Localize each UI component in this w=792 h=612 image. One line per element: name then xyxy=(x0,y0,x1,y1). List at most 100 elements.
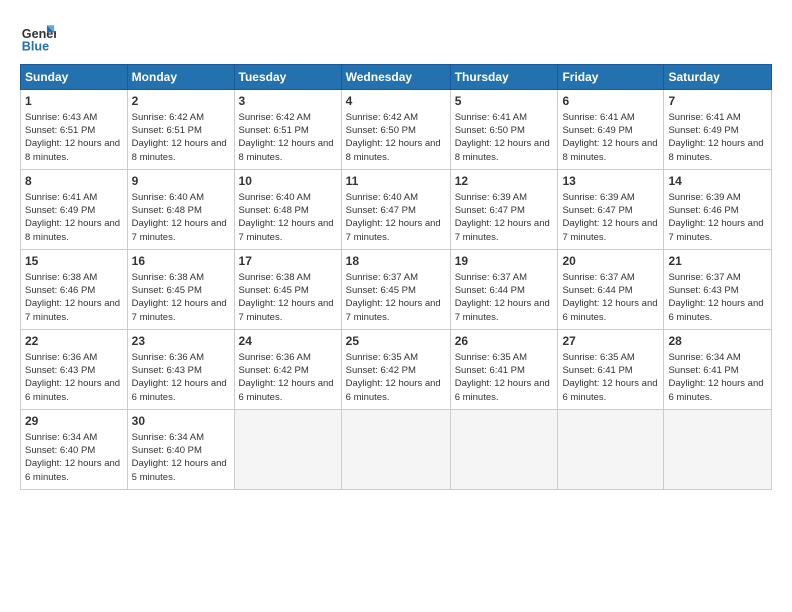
daylight-label: Daylight: 12 hours and 7 minutes. xyxy=(239,298,334,322)
sunset-label: Sunset: 6:47 PM xyxy=(562,205,632,216)
sunset-label: Sunset: 6:48 PM xyxy=(239,205,309,216)
day-number: 15 xyxy=(25,253,123,270)
sunset-label: Sunset: 6:45 PM xyxy=(346,285,416,296)
day-number: 25 xyxy=(346,333,446,350)
day-cell: 7 Sunrise: 6:41 AM Sunset: 6:49 PM Daylight… xyxy=(664,90,772,170)
daylight-label: Daylight: 12 hours and 8 minutes. xyxy=(346,138,441,162)
sunset-label: Sunset: 6:51 PM xyxy=(25,125,95,136)
daylight-label: Daylight: 12 hours and 6 minutes. xyxy=(562,378,657,402)
sunrise-label: Sunrise: 6:42 AM xyxy=(132,112,204,123)
day-number: 24 xyxy=(239,333,337,350)
day-number: 17 xyxy=(239,253,337,270)
day-number: 26 xyxy=(455,333,554,350)
week-row-5: 29Sunrise: 6:34 AMSunset: 6:40 PMDayligh… xyxy=(21,410,772,490)
day-cell: 26Sunrise: 6:35 AMSunset: 6:41 PMDayligh… xyxy=(450,330,558,410)
col-header-saturday: Saturday xyxy=(664,65,772,90)
day-number: 9 xyxy=(132,173,230,190)
col-header-friday: Friday xyxy=(558,65,664,90)
daylight-label: Daylight: 12 hours and 6 minutes. xyxy=(25,378,120,402)
sunrise-label: Sunrise: 6:34 AM xyxy=(668,352,740,363)
col-header-thursday: Thursday xyxy=(450,65,558,90)
sunset-label: Sunset: 6:40 PM xyxy=(132,445,202,456)
sunrise-label: Sunrise: 6:40 AM xyxy=(239,192,311,203)
day-number: 14 xyxy=(668,173,767,190)
calendar-table: SundayMondayTuesdayWednesdayThursdayFrid… xyxy=(20,64,772,490)
daylight-label: Daylight: 12 hours and 8 minutes. xyxy=(25,138,120,162)
day-cell xyxy=(664,410,772,490)
day-cell: 25Sunrise: 6:35 AMSunset: 6:42 PMDayligh… xyxy=(341,330,450,410)
day-cell: 8Sunrise: 6:41 AMSunset: 6:49 PMDaylight… xyxy=(21,170,128,250)
svg-text:Blue: Blue xyxy=(22,39,49,53)
day-number: 10 xyxy=(239,173,337,190)
daylight-label: Daylight: 12 hours and 6 minutes. xyxy=(239,378,334,402)
sunrise-label: Sunrise: 6:40 AM xyxy=(132,192,204,203)
week-row-2: 8Sunrise: 6:41 AMSunset: 6:49 PMDaylight… xyxy=(21,170,772,250)
page: General Blue SundayMondayTuesdayWednesda… xyxy=(0,0,792,500)
day-number: 3 xyxy=(239,93,337,110)
sunrise-label: Sunrise: 6:37 AM xyxy=(562,272,634,283)
daylight-label: Daylight: 12 hours and 8 minutes. xyxy=(668,138,763,162)
sunset-label: Sunset: 6:45 PM xyxy=(239,285,309,296)
day-cell: 23Sunrise: 6:36 AMSunset: 6:43 PMDayligh… xyxy=(127,330,234,410)
sunrise-label: Sunrise: 6:34 AM xyxy=(25,432,97,443)
sunset-label: Sunset: 6:45 PM xyxy=(132,285,202,296)
sunrise-label: Sunrise: 6:38 AM xyxy=(25,272,97,283)
week-row-1: 1Sunrise: 6:43 AMSunset: 6:51 PMDaylight… xyxy=(21,90,772,170)
day-cell: 4Sunrise: 6:42 AMSunset: 6:50 PMDaylight… xyxy=(341,90,450,170)
sunset-label: Sunset: 6:51 PM xyxy=(239,125,309,136)
sunrise-label: Sunrise: 6:37 AM xyxy=(455,272,527,283)
sunrise-label: Sunrise: 6:38 AM xyxy=(239,272,311,283)
sunset-label: Sunset: 6:49 PM xyxy=(562,125,632,136)
daylight-label: Daylight: 12 hours and 7 minutes. xyxy=(346,298,441,322)
daylight-label: Daylight: 12 hours and 8 minutes. xyxy=(455,138,550,162)
daylight-label: Daylight: 12 hours and 5 minutes. xyxy=(132,458,227,482)
sunrise-label: Sunrise: 6:37 AM xyxy=(346,272,418,283)
day-number: 30 xyxy=(132,413,230,430)
day-cell: 2Sunrise: 6:42 AMSunset: 6:51 PMDaylight… xyxy=(127,90,234,170)
day-number: 16 xyxy=(132,253,230,270)
sunset-label: Sunset: 6:46 PM xyxy=(668,205,738,216)
sunrise-label: Sunrise: 6:41 AM xyxy=(562,112,634,123)
sunrise-label: Sunrise: 6:34 AM xyxy=(132,432,204,443)
sunrise-label: Sunrise: 6:43 AM xyxy=(25,112,97,123)
day-number: 5 xyxy=(455,93,554,110)
daylight-label: Daylight: 12 hours and 7 minutes. xyxy=(562,218,657,242)
col-header-wednesday: Wednesday xyxy=(341,65,450,90)
day-number: 2 xyxy=(132,93,230,110)
daylight-label: Daylight: 12 hours and 7 minutes. xyxy=(132,218,227,242)
sunset-label: Sunset: 6:49 PM xyxy=(668,125,738,136)
daylight-label: Daylight: 12 hours and 6 minutes. xyxy=(668,378,763,402)
day-number: 6 xyxy=(562,93,659,110)
day-number: 7 xyxy=(668,93,767,110)
sunrise-label: Sunrise: 6:38 AM xyxy=(132,272,204,283)
sunset-label: Sunset: 6:44 PM xyxy=(455,285,525,296)
day-cell: 5Sunrise: 6:41 AMSunset: 6:50 PMDaylight… xyxy=(450,90,558,170)
day-number: 8 xyxy=(25,173,123,190)
day-cell xyxy=(234,410,341,490)
sunrise-label: Sunrise: 6:37 AM xyxy=(668,272,740,283)
sunrise-label: Sunrise: 6:41 AM xyxy=(25,192,97,203)
sunrise-label: Sunrise: 6:41 AM xyxy=(668,112,740,123)
daylight-label: Daylight: 12 hours and 6 minutes. xyxy=(132,378,227,402)
day-cell: 13Sunrise: 6:39 AMSunset: 6:47 PMDayligh… xyxy=(558,170,664,250)
sunset-label: Sunset: 6:47 PM xyxy=(346,205,416,216)
sunset-label: Sunset: 6:41 PM xyxy=(668,365,738,376)
sunrise-label: Sunrise: 6:36 AM xyxy=(25,352,97,363)
sunset-label: Sunset: 6:40 PM xyxy=(25,445,95,456)
sunset-label: Sunset: 6:41 PM xyxy=(455,365,525,376)
sunset-label: Sunset: 6:42 PM xyxy=(346,365,416,376)
day-number: 27 xyxy=(562,333,659,350)
sunrise-label: Sunrise: 6:39 AM xyxy=(562,192,634,203)
day-cell: 29Sunrise: 6:34 AMSunset: 6:40 PMDayligh… xyxy=(21,410,128,490)
day-cell: 14Sunrise: 6:39 AMSunset: 6:46 PMDayligh… xyxy=(664,170,772,250)
day-number: 21 xyxy=(668,253,767,270)
daylight-label: Daylight: 12 hours and 7 minutes. xyxy=(455,298,550,322)
daylight-label: Daylight: 12 hours and 8 minutes. xyxy=(25,218,120,242)
sunset-label: Sunset: 6:46 PM xyxy=(25,285,95,296)
week-row-3: 15 Sunrise: 6:38 AM Sunset: 6:46 PM Dayligh… xyxy=(21,250,772,330)
logo-icon: General Blue xyxy=(20,18,56,54)
day-cell: 15Sunrise: 6:38 AMSunset: 6:46 PMDayligh… xyxy=(21,250,128,330)
daylight-label: Daylight: 12 hours and 8 minutes. xyxy=(562,138,657,162)
day-cell: 19Sunrise: 6:37 AMSunset: 6:44 PMDayligh… xyxy=(450,250,558,330)
day-cell: 12Sunrise: 6:39 AMSunset: 6:47 PMDayligh… xyxy=(450,170,558,250)
